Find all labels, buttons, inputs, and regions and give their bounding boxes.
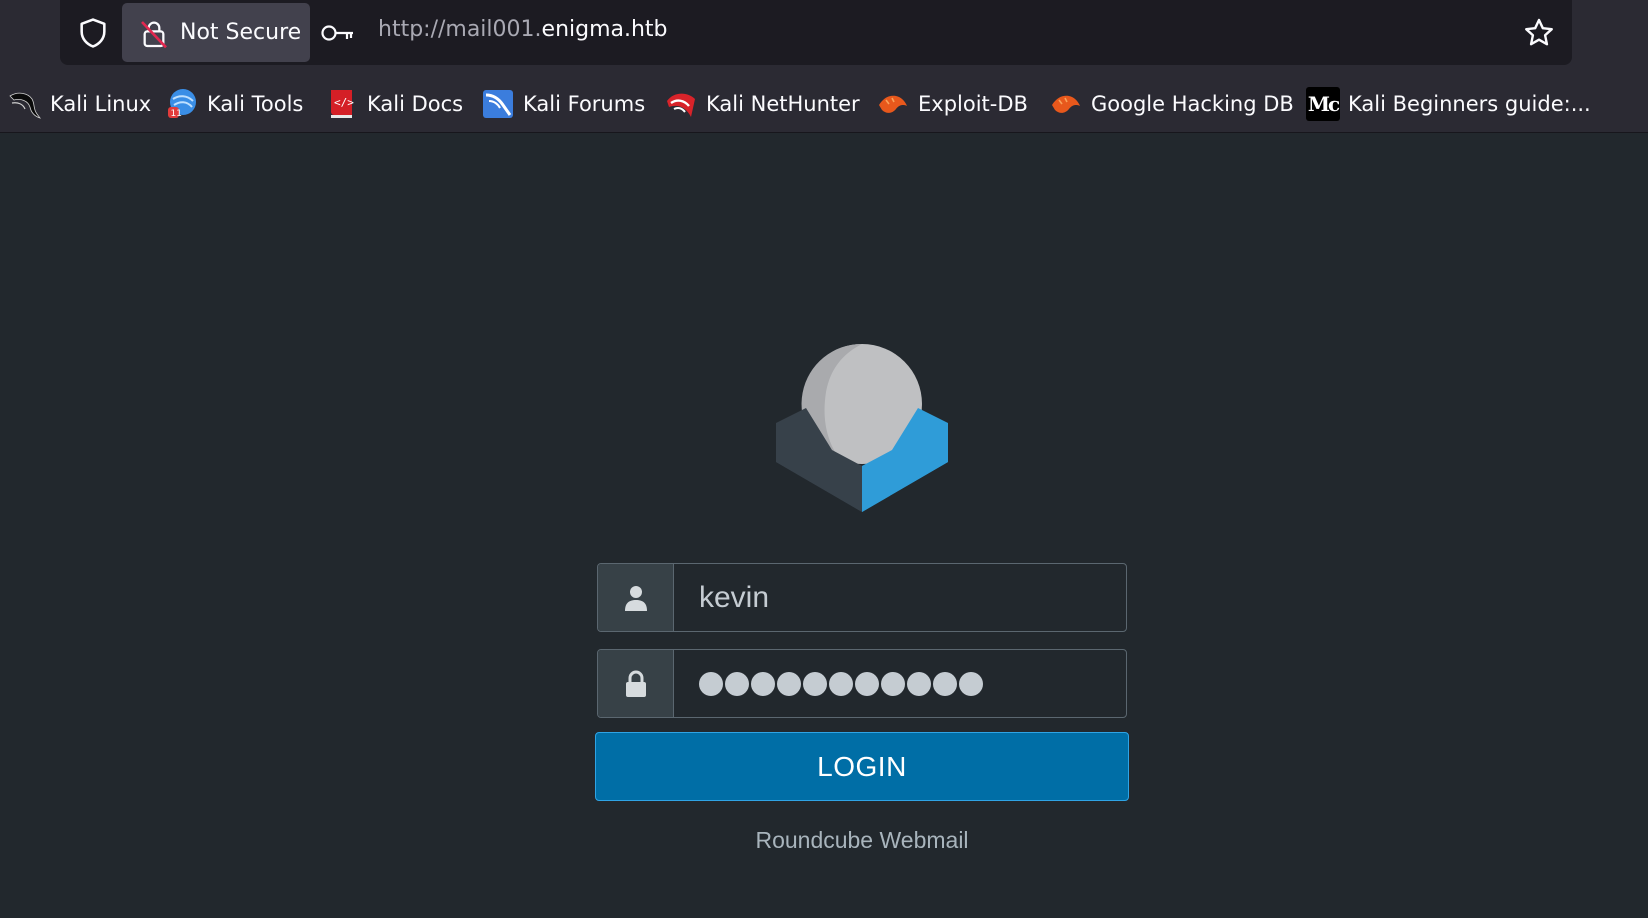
bookmark-kali-docs[interactable]: </> Kali Docs (325, 86, 463, 122)
password-mask-dot (699, 672, 723, 696)
password-addon (598, 650, 674, 717)
bookmark-label: Kali Linux (50, 92, 152, 116)
security-label: Not Secure (180, 20, 302, 45)
username-field (597, 563, 1127, 632)
password-mask (699, 672, 983, 696)
url-host: enigma.htb (541, 17, 668, 42)
bookmark-google-hacking-db[interactable]: Google Hacking DB (1049, 86, 1294, 122)
password-mask-dot (777, 672, 801, 696)
medium-icon: Mc (1306, 87, 1340, 121)
not-secure-indicator[interactable]: Not Secure (122, 3, 310, 62)
kali-tools-icon: 11 (168, 89, 196, 119)
url-text[interactable]: http://mail001.enigma.htb (378, 17, 668, 42)
browser-toolbar: Not Secure http://mail001.enigma.htb Kal… (0, 0, 1648, 133)
bookmark-label: Google Hacking DB (1091, 92, 1294, 116)
exploit-db-icon (879, 95, 907, 113)
bookmark-label: Kali NetHunter (706, 92, 860, 116)
password-mask-dot (751, 672, 775, 696)
svg-text:</>: </> (334, 96, 354, 109)
key-icon[interactable] (320, 20, 356, 46)
username-addon (598, 564, 674, 631)
password-mask-dot (725, 672, 749, 696)
bookmark-exploit-db[interactable]: Exploit-DB (876, 86, 1028, 122)
shield-icon[interactable] (76, 16, 110, 50)
bookmark-label: Kali Forums (523, 92, 646, 116)
bookmark-kali-forums[interactable]: Kali Forums (481, 86, 645, 122)
lock-icon (626, 670, 646, 697)
password-field (597, 649, 1127, 718)
bookmark-kali-tools[interactable]: 11 Kali Tools (165, 86, 303, 122)
password-mask-dot (881, 672, 905, 696)
bookmark-label: Kali Docs (367, 92, 464, 116)
bookmark-label: Kali Tools (207, 92, 304, 116)
bookmark-star-icon[interactable] (1522, 16, 1556, 50)
bookmark-kali-nethunter[interactable]: Kali NetHunter (664, 86, 860, 122)
bookmark-kali-linux[interactable]: Kali Linux (8, 86, 151, 122)
password-mask-dot (907, 672, 931, 696)
password-mask-dot (855, 672, 879, 696)
password-mask-dot (933, 672, 957, 696)
password-mask-dot (959, 672, 983, 696)
roundcube-logo (776, 343, 948, 512)
bookmarks-toolbar: Kali Linux 11 Kali Tools </> Kali Docs K… (0, 80, 1648, 128)
bookmark-label: Kali Beginners guide:... (1348, 92, 1591, 116)
google-hacking-db-icon (1052, 95, 1080, 113)
insecure-lock-icon (141, 21, 167, 49)
kali-docs-icon: </> (331, 90, 354, 118)
username-input[interactable] (675, 564, 1126, 631)
footer-product-name: Roundcube Webmail (755, 827, 969, 853)
svg-text:11: 11 (171, 109, 182, 119)
kali-dragon-icon (9, 92, 42, 119)
bookmark-label: Exploit-DB (918, 92, 1028, 116)
user-icon (625, 586, 647, 611)
login-button[interactable]: LOGIN (595, 732, 1129, 801)
address-bar[interactable]: Not Secure http://mail001.enigma.htb (60, 0, 1572, 65)
kali-forums-icon (483, 90, 513, 118)
bookmark-kali-beginners-guide[interactable]: Mc Kali Beginners guide:... (1306, 86, 1591, 122)
kali-nethunter-icon (667, 93, 695, 117)
url-scheme: http://mail001. (378, 17, 542, 42)
password-mask-dot (829, 672, 853, 696)
password-mask-dot (803, 672, 827, 696)
